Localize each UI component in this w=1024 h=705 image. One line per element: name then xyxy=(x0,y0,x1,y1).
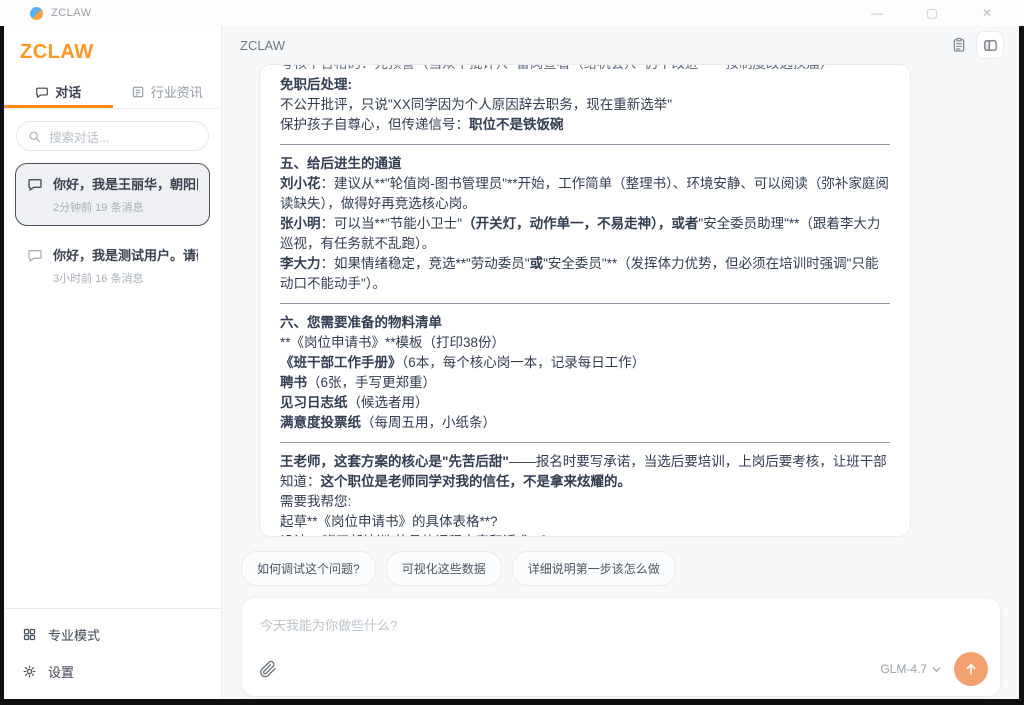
grid-icon xyxy=(22,627,37,642)
search-placeholder: 搜索对话... xyxy=(49,127,109,146)
window-title: ZCLAW xyxy=(51,7,92,19)
chat-header-title: ZCLAW xyxy=(240,38,285,53)
chevron-down-icon xyxy=(931,664,942,675)
settings-item[interactable]: 设置 xyxy=(22,662,203,681)
main-header: ZCLAW xyxy=(223,26,1019,64)
message-paragraph: 李大力：如果情绪稳定，竞选**"劳动委员"或"安全委员"**（发挥体力优势，但必… xyxy=(280,254,890,294)
model-select[interactable]: GLM-4.7 xyxy=(880,662,942,676)
minimize-button[interactable]: — xyxy=(868,6,886,20)
chat-bubble-icon xyxy=(27,247,43,263)
sidebar-tabs: 对话行业资讯 xyxy=(4,75,221,109)
suggestion-chip[interactable]: 如何调试这个问题? xyxy=(241,551,376,586)
message-paragraph: 聘书（6张，手写更郑重） xyxy=(280,373,890,393)
message-composer[interactable]: 今天我能为你做些什么? GLM-4.7 xyxy=(241,597,1001,697)
clipboard-icon[interactable] xyxy=(951,37,967,53)
message-paragraph: 王老师，这套方案的核心是"先苦后甜"——报名时要写承诺，当选后要培训，上岗后要考… xyxy=(280,452,890,492)
os-titlebar: ZCLAW — ▢ ✕ xyxy=(0,0,1024,26)
brand-wordmark: ZCLAW xyxy=(4,26,221,75)
message-paragraph: 设计**"班干部培训"的具体课程内容和话术**？ xyxy=(280,532,890,537)
composer-right: GLM-4.7 xyxy=(880,652,988,686)
suggestion-chip[interactable]: 可视化这些数据 xyxy=(386,551,502,586)
message-paragraph: 刘小花：建议从**"轮值岗-图书管理员"**开始，工作简单（整理书）、环境安静、… xyxy=(280,174,890,214)
window-controls: — ▢ ✕ xyxy=(868,6,1024,20)
message-paragraph: 免职后处理: xyxy=(280,75,890,95)
message-paragraph: **《岗位申请书》**模板（打印38份） xyxy=(280,333,890,353)
search-icon xyxy=(28,130,41,143)
suggestion-chip[interactable]: 详细说明第一步该怎么做 xyxy=(512,551,676,586)
conversation-item[interactable]: 你好，我是王丽华，朝阳区... 2分钟前 19 条消息 xyxy=(15,163,210,226)
message-paragraph: 保护孩子自尊心，但传递信号：职位不是铁饭碗 xyxy=(280,115,890,135)
clipped-message-line: 考核不合格的：先预警（当众不批评）、留岗查看（给机会）、仍不改进——按制度改选换… xyxy=(280,65,890,75)
suggestion-chips: 如何调试这个问题? 可视化这些数据详细说明第一步该怎么做 xyxy=(241,551,1019,586)
composer-placeholder: 今天我能为你做些什么? xyxy=(260,615,982,634)
message-paragraph: 张小明：可以当**"节能小卫士"（开关灯，动作单一，不易走神），或者"安全委员助… xyxy=(280,214,890,254)
header-actions xyxy=(951,31,1004,59)
conversation-list: 你好，我是王丽华，朝阳区...2分钟前 19 条消息你好，我是测试用户。请确..… xyxy=(4,161,221,297)
assistant-message-body: 免职后处理:不公开批评，只说"XX同学因为个人原因辞去职务，现在重新选举"保护孩… xyxy=(280,75,890,537)
arrow-up-icon xyxy=(963,661,979,677)
conversation-title: 你好，我是王丽华，朝阳区... xyxy=(53,174,198,193)
message-paragraph: 不公开批评，只说"XX同学因为个人原因辞去职务，现在重新选举" xyxy=(280,95,890,115)
model-select-label: GLM-4.7 xyxy=(880,662,927,676)
conversation-meta: 2分钟前 19 条消息 xyxy=(53,199,198,215)
panel-toggle-icon xyxy=(983,38,998,53)
paperclip-icon[interactable] xyxy=(258,659,278,679)
chat-bubble-icon xyxy=(27,176,43,192)
message-paragraph: 起草**《岗位申请书》的具体表格**? xyxy=(280,512,890,532)
message-paragraph: 六、您需要准备的物料清单 xyxy=(280,313,890,333)
sidebar: ZCLAW 对话行业资讯 搜索对话... 你好，我是王丽华，朝阳区... 2分钟前… xyxy=(4,26,222,699)
message-divider xyxy=(280,144,890,145)
message-paragraph: 满意度投票纸（每周五用，小纸条） xyxy=(280,413,890,433)
message-paragraph: 需要我帮您: xyxy=(280,492,890,512)
app-logo-icon xyxy=(30,7,43,20)
conversation-meta: 3小时前 16 条消息 xyxy=(53,270,198,286)
close-button[interactable]: ✕ xyxy=(978,6,996,20)
composer-toolbar: GLM-4.7 xyxy=(258,652,988,686)
message-paragraph: 《班干部工作手册》（6本，每个核心岗一本，记录每日工作） xyxy=(280,353,890,373)
professional-mode-item[interactable]: 专业模式 xyxy=(22,625,203,644)
chat-bubble-icon xyxy=(35,85,49,99)
app-window: ZCLAW 对话行业资讯 搜索对话... 你好，我是王丽华，朝阳区... 2分钟前… xyxy=(4,26,1019,699)
main-panel: ZCLAW 考核不合格的：先预警（当众不批评）、留岗查看（给机会）、仍不改进——… xyxy=(223,26,1019,699)
panel-toggle-button[interactable] xyxy=(976,31,1004,59)
message-paragraph: 见习日志纸（候选者用） xyxy=(280,393,890,413)
tab-conversations[interactable]: 对话 xyxy=(4,75,113,108)
conversation-item[interactable]: 你好，我是测试用户。请确... 3小时前 16 条消息 xyxy=(15,234,210,297)
search-input[interactable]: 搜索对话... xyxy=(16,121,209,151)
conversation-title: 你好，我是测试用户。请确... xyxy=(53,245,198,264)
assistant-message-card: 考核不合格的：先预警（当众不批评）、留岗查看（给机会）、仍不改进——按制度改选换… xyxy=(259,64,911,537)
maximize-button[interactable]: ▢ xyxy=(923,6,941,20)
sidebar-footer: 专业模式设置 xyxy=(4,608,221,699)
send-button[interactable] xyxy=(954,652,988,686)
message-divider xyxy=(280,303,890,304)
message-divider xyxy=(280,442,890,443)
news-icon xyxy=(131,85,145,99)
gear-icon xyxy=(22,664,37,679)
message-paragraph: 五、给后进生的通道 xyxy=(280,154,890,174)
tab-industry-news[interactable]: 行业资讯 xyxy=(113,75,222,108)
